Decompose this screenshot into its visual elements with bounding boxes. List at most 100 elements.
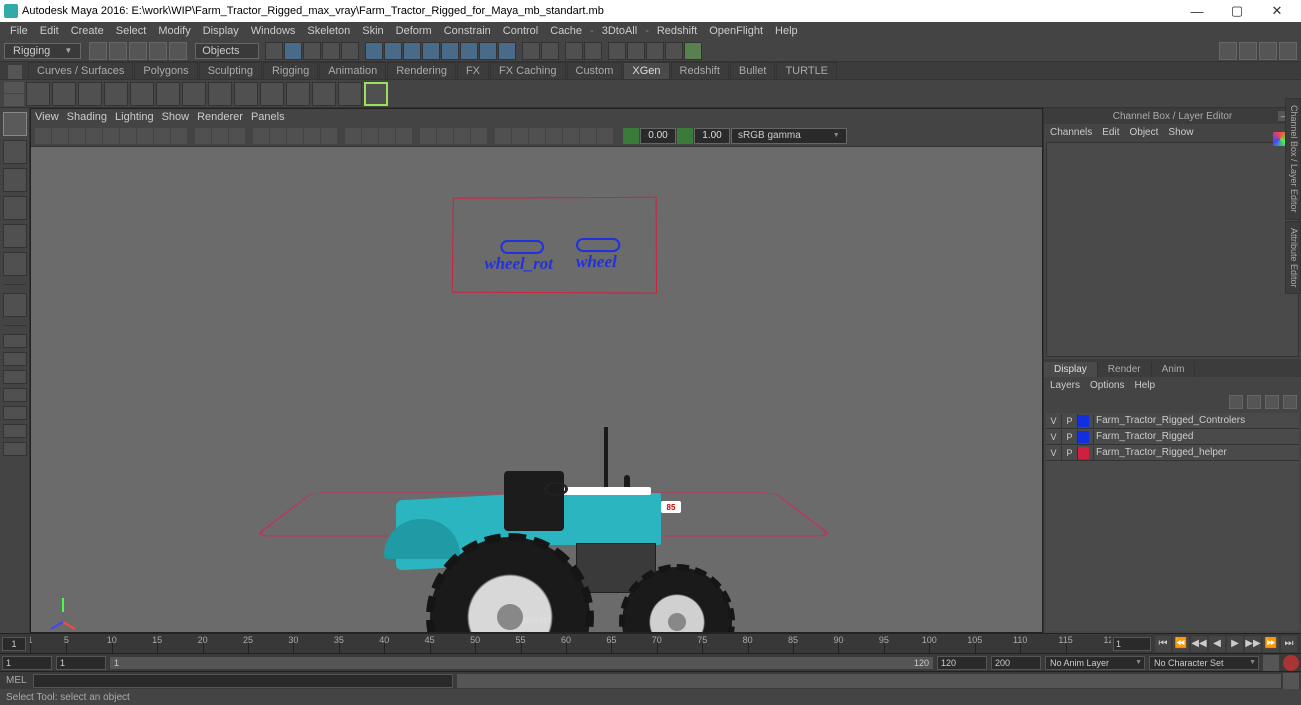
pt-reso-icon[interactable] [120,128,136,144]
timeline-track[interactable]: 1510152025303540455055606570758085909510… [30,635,1111,653]
rotate-tool-icon[interactable] [3,224,27,248]
shelf-tab-turtle[interactable]: TURTLE [776,62,837,79]
layout-persp-icon[interactable] [3,388,27,402]
sym8-icon[interactable] [498,42,516,60]
range-end-inner[interactable]: 120 [937,656,987,670]
panel-menu-show[interactable]: Show [162,111,190,123]
exposure-icon[interactable] [623,128,639,144]
render-icon[interactable] [565,42,583,60]
shelf-tab-polygons[interactable]: Polygons [134,62,197,79]
timeline-start-field[interactable]: 1 [2,637,26,651]
layer-type-cell[interactable]: P [1062,446,1078,460]
xgen-btn-6[interactable] [156,82,180,106]
move-tool-icon[interactable] [3,196,27,220]
pt-fluid-icon[interactable] [580,128,596,144]
layer-color-swatch[interactable] [1078,431,1089,443]
range-bar[interactable]: 1120 [110,657,933,669]
layer-type-cell[interactable]: P [1062,414,1078,428]
layer-new-selected-icon[interactable] [1283,395,1297,409]
layer-menu-layers[interactable]: Layers [1050,380,1080,391]
select-tool-icon[interactable] [3,112,27,136]
pt-loc-icon[interactable] [597,128,613,144]
pt-dyn-icon[interactable] [546,128,562,144]
menu-control[interactable]: Control [497,25,544,37]
layer-tab-display[interactable]: Display [1044,362,1098,377]
panel2-icon[interactable] [627,42,645,60]
pt-iso-icon[interactable] [229,128,245,144]
anim-layer-select[interactable]: No Anim Layer [1045,656,1145,670]
wheel-rot-control[interactable] [500,240,544,254]
snap-view-icon[interactable] [341,42,359,60]
auto-key-icon[interactable] [1263,655,1279,671]
sym3-icon[interactable] [403,42,421,60]
pt-dof-icon[interactable] [396,128,412,144]
exposure-field[interactable]: 0.00 [640,128,676,144]
tractor-mesh[interactable]: 85 [376,427,716,632]
layout2-icon[interactable] [1239,42,1257,60]
paint-select-icon[interactable] [3,168,27,192]
xgen-btn-8[interactable] [208,82,232,106]
layout-graph-icon[interactable] [3,424,27,438]
redo-icon[interactable] [169,42,187,60]
sym4-icon[interactable] [422,42,440,60]
layout1-icon[interactable] [1219,42,1237,60]
timeline-current-field[interactable]: 1 [1113,637,1151,651]
pt-hair-icon[interactable] [563,128,579,144]
shelf-tab-sculpting[interactable]: Sculpting [199,62,262,79]
pt-nurbs-icon[interactable] [437,128,453,144]
panel-menu-lighting[interactable]: Lighting [115,111,154,123]
minimize-button[interactable]: — [1177,0,1217,22]
shelf-options-icon[interactable] [4,82,24,106]
menu-file[interactable]: File [4,25,34,37]
gamma-field[interactable]: 1.00 [694,128,730,144]
menu-deform[interactable]: Deform [390,25,438,37]
close-button[interactable]: ✕ [1257,0,1297,22]
menu-3dtoall[interactable]: 3DtoAll [596,25,643,37]
layer-row[interactable]: V P Farm_Tractor_Rigged [1046,429,1299,445]
pt-light-icon[interactable] [304,128,320,144]
shelf-tab-custom[interactable]: Custom [567,62,623,79]
menu-display[interactable]: Display [197,25,245,37]
shelf-tab-bullet[interactable]: Bullet [730,62,776,79]
layout4-icon[interactable] [1279,42,1297,60]
pt-poly-icon[interactable] [420,128,436,144]
panel4-icon[interactable] [665,42,683,60]
color-management-select[interactable]: sRGB gamma [731,128,847,144]
sym-icon[interactable] [365,42,383,60]
xgen-btn-13[interactable] [338,82,362,106]
shelf-tab-curves[interactable]: Curves / Surfaces [28,62,133,79]
range-start-outer[interactable]: 1 [2,656,52,670]
pt-film-icon[interactable] [86,128,102,144]
construction-icon[interactable] [541,42,559,60]
snap-point-icon[interactable] [303,42,321,60]
shelf-tab-animation[interactable]: Animation [319,62,386,79]
xgen-btn-14[interactable] [364,82,388,106]
set-key-icon[interactable] [1283,655,1299,671]
xgen-btn-11[interactable] [286,82,310,106]
layer-name[interactable]: Farm_Tractor_Rigged_helper [1094,447,1299,458]
layer-vis-toggle[interactable]: V [1046,446,1062,460]
pt-cam-icon[interactable] [471,128,487,144]
step-back-key-icon[interactable]: ⏪ [1173,636,1189,652]
pt-motion-icon[interactable] [362,128,378,144]
layer-menu-help[interactable]: Help [1134,380,1155,391]
menu-skin[interactable]: Skin [356,25,389,37]
xgen-btn-5[interactable] [130,82,154,106]
shelf-tab-redshift[interactable]: Redshift [671,62,729,79]
pt-ao-icon[interactable] [345,128,361,144]
menu-skeleton[interactable]: Skeleton [301,25,356,37]
play-fwd-icon[interactable]: ▶ [1227,636,1243,652]
pt-xrayj-icon[interactable] [270,128,286,144]
sym6-icon[interactable] [460,42,478,60]
step-back-icon[interactable]: ◀◀ [1191,636,1207,652]
pt-camera-icon[interactable] [35,128,51,144]
menu-select[interactable]: Select [110,25,153,37]
menu-redshift[interactable]: Redshift [651,25,703,37]
workspace-selector[interactable]: Rigging [4,43,81,59]
panel5-icon[interactable] [684,42,702,60]
cmd-lang-label[interactable]: MEL [0,675,33,686]
ch-menu-edit[interactable]: Edit [1102,127,1119,138]
layer-name[interactable]: Farm_Tractor_Rigged_Controlers [1094,415,1299,426]
layout-outliner-icon[interactable] [3,406,27,420]
gamma-icon[interactable] [677,128,693,144]
